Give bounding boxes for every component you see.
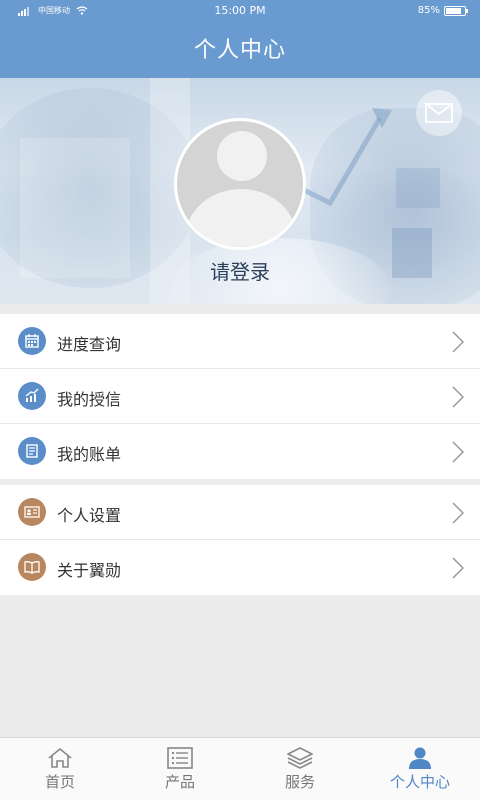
tab-label: 个人中心 [389,773,450,791]
menu-item-label: 我的授信 [57,390,122,409]
chevron-right-icon [452,557,464,579]
menu-item-about[interactable]: 关于翼勋 [0,540,480,595]
page-title: 个人中心 [0,24,480,78]
home-icon [48,747,72,768]
menu-item-label: 我的账单 [57,445,122,464]
person-icon [409,747,431,769]
bottom-tab-bar: 首页 产品 服务 个人中心 [0,737,480,800]
status-time: 15:00 PM [214,4,266,17]
menu-group-settings: 个人设置 关于翼勋 [0,485,480,595]
chevron-right-icon [452,502,464,524]
id-card-icon [18,498,46,526]
tab-personal-center[interactable]: 个人中心 [360,738,480,800]
book-icon [18,553,46,581]
tab-label: 首页 [44,773,75,791]
login-prompt[interactable]: 请登录 [0,256,480,285]
bill-icon [18,437,46,465]
menu-item-label: 关于翼勋 [57,561,122,580]
menu-item-label: 进度查询 [57,335,122,354]
calendar-icon [18,327,46,355]
message-button[interactable] [416,90,462,136]
menu-item-credit[interactable]: 我的授信 [0,369,480,424]
menu-item-label: 个人设置 [57,506,122,525]
chevron-right-icon [452,331,464,353]
menu-item-bill[interactable]: 我的账单 [0,424,480,479]
tab-label: 服务 [284,773,315,791]
tab-home[interactable]: 首页 [0,738,120,800]
tab-products[interactable]: 产品 [120,738,240,800]
mail-icon [425,103,453,123]
tab-label: 产品 [164,773,195,791]
menu-group-account: 进度查询 我的授信 我的账单 [0,314,480,479]
list-icon [167,747,193,769]
chevron-right-icon [452,386,464,408]
menu-item-settings[interactable]: 个人设置 [0,485,480,540]
tab-services[interactable]: 服务 [240,738,360,800]
chevron-right-icon [452,441,464,463]
avatar[interactable] [174,118,306,250]
battery-percent: 85% [417,5,440,16]
menu-item-progress[interactable]: 进度查询 [0,314,480,369]
status-bar: 中国移动 15:00 PM 85% [0,0,480,24]
chart-up-icon [18,382,46,410]
battery-icon [444,5,468,16]
layers-icon [287,747,313,769]
